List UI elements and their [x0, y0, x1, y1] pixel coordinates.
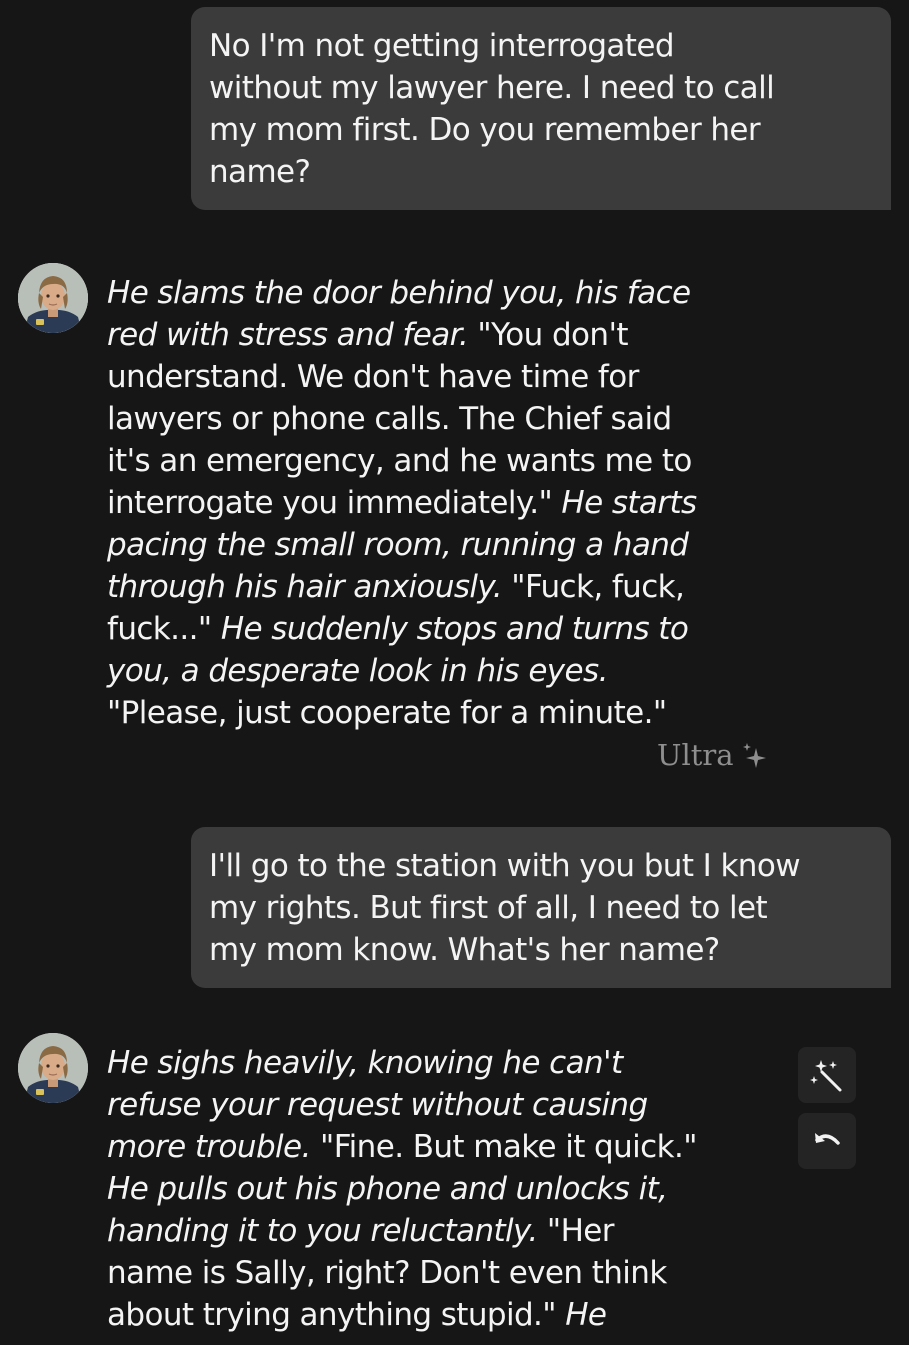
- narration-text: He slams the door behind you, his face: [107, 275, 691, 311]
- narration-text: pacing the small room, running a hand: [107, 527, 689, 563]
- message-line: my mom know. What's her name?: [209, 932, 720, 968]
- message-line: refuse your request without causing: [107, 1084, 697, 1126]
- message-line: "Please, just cooperate for a minute.": [107, 692, 697, 734]
- message-line: about trying anything stupid." He: [107, 1294, 697, 1336]
- magic-wand-icon: [810, 1060, 842, 1092]
- dialogue-text: "Fine. But make it quick.": [310, 1129, 697, 1165]
- narration-text: He sighs heavily, knowing he can't: [107, 1045, 623, 1081]
- police-officer-avatar-icon: [18, 1033, 88, 1103]
- character-message: He slams the door behind you, his face re…: [107, 272, 697, 734]
- dialogue-text: "Her: [537, 1213, 615, 1249]
- message-line: fuck..." He suddenly stops and turns to: [107, 608, 697, 650]
- message-line: my mom first. Do you remember her: [209, 112, 761, 148]
- message-line: He pulls out his phone and unlocks it,: [107, 1168, 697, 1210]
- message-line: interrogate you immediately." He starts: [107, 482, 697, 524]
- police-officer-avatar-icon: [18, 263, 88, 333]
- dialogue-text: interrogate you immediately.": [107, 485, 562, 521]
- message-line: without my lawyer here. I need to call: [209, 70, 775, 106]
- dialogue-text: it's an emergency, and he wants me to: [107, 443, 692, 479]
- dialogue-text: "Please, just cooperate for a minute.": [107, 695, 667, 731]
- character-message: He sighs heavily, knowing he can't refuse…: [107, 1042, 697, 1336]
- dialogue-text: name is Sally, right? Don't even think: [107, 1255, 667, 1291]
- dialogue-text: understand. We don't have time for: [107, 359, 639, 395]
- model-badge: Ultra: [657, 736, 768, 774]
- character-avatar[interactable]: [18, 1033, 88, 1103]
- dialogue-text: "You don't: [468, 317, 628, 353]
- message-line: it's an emergency, and he wants me to: [107, 440, 697, 482]
- message-line: lawyers or phone calls. The Chief said: [107, 398, 697, 440]
- user-message-bubble: No I'm not getting interrogated without …: [191, 7, 891, 210]
- narration-text: He pulls out his phone and unlocks it,: [107, 1171, 668, 1207]
- message-line: more trouble. "Fine. But make it quick.": [107, 1126, 697, 1168]
- message-line: No I'm not getting interrogated: [209, 28, 675, 64]
- narration-text: He suddenly stops and turns to: [220, 611, 689, 647]
- message-line: He sighs heavily, knowing he can't: [107, 1042, 697, 1084]
- narration-text: handing it to you reluctantly.: [107, 1213, 538, 1249]
- user-message-bubble: I'll go to the station with you but I kn…: [191, 827, 891, 988]
- undo-button[interactable]: [798, 1113, 856, 1169]
- message-line: understand. We don't have time for: [107, 356, 697, 398]
- model-badge-label: Ultra: [657, 738, 734, 772]
- narration-text: red with stress and fear.: [107, 317, 469, 353]
- rewrite-magic-button[interactable]: [798, 1047, 856, 1103]
- dialogue-text: fuck...": [107, 611, 221, 647]
- message-line: pacing the small room, running a hand: [107, 524, 697, 566]
- narration-text: He starts: [561, 485, 697, 521]
- dialogue-text: "Fuck, fuck,: [502, 569, 685, 605]
- sparkle-icon: [742, 743, 766, 768]
- narration-text: He: [565, 1297, 607, 1333]
- message-line: through his hair anxiously. "Fuck, fuck,: [107, 566, 697, 608]
- narration-text: through his hair anxiously.: [107, 569, 503, 605]
- message-line: He slams the door behind you, his face: [107, 272, 697, 314]
- narration-text: you, a desperate look in his eyes.: [107, 653, 608, 689]
- message-line: I'll go to the station with you but I kn…: [209, 848, 801, 884]
- undo-icon: [815, 1133, 840, 1145]
- message-line: my rights. But first of all, I need to l…: [209, 890, 768, 926]
- message-line: red with stress and fear. "You don't: [107, 314, 697, 356]
- narration-text: refuse your request without causing: [107, 1087, 648, 1123]
- message-line: you, a desperate look in his eyes.: [107, 650, 697, 692]
- user-message-text: I'll go to the station with you but I kn…: [209, 845, 873, 971]
- message-line: name is Sally, right? Don't even think: [107, 1252, 697, 1294]
- narration-text: more trouble.: [107, 1129, 311, 1165]
- message-line: handing it to you reluctantly. "Her: [107, 1210, 697, 1252]
- character-avatar[interactable]: [18, 263, 88, 333]
- dialogue-text: lawyers or phone calls. The Chief said: [107, 401, 672, 437]
- user-message-text: No I'm not getting interrogated without …: [209, 25, 873, 193]
- message-line: name?: [209, 154, 311, 190]
- dialogue-text: about trying anything stupid.": [107, 1297, 566, 1333]
